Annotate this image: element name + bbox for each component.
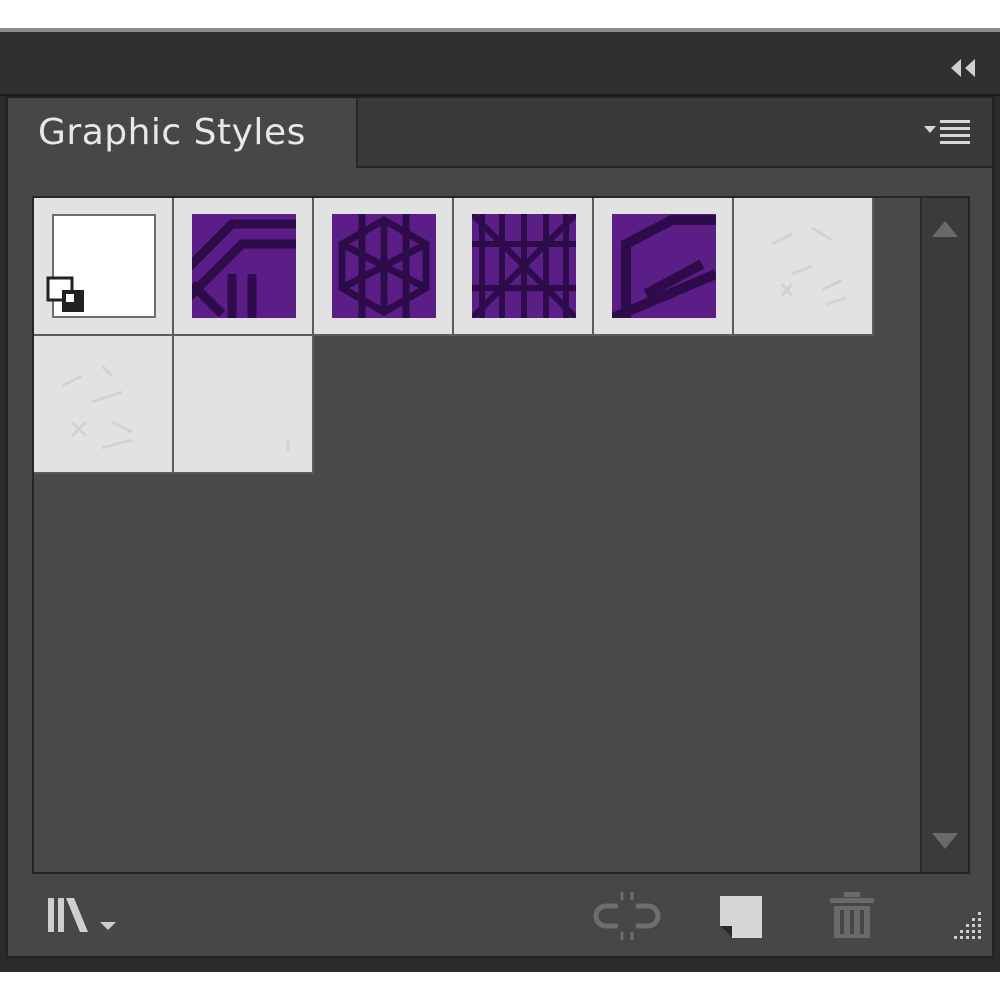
blank-style-preview xyxy=(192,352,296,456)
panel-menu-button[interactable] xyxy=(922,118,972,150)
delete-graphic-style-button[interactable] xyxy=(822,888,882,944)
panel-menu-icon xyxy=(924,120,970,144)
graphic-style-faded-2[interactable] xyxy=(34,336,174,474)
triangle-up-icon xyxy=(932,221,958,237)
break-link-button[interactable] xyxy=(592,888,662,944)
collapse-panel-button[interactable] xyxy=(948,56,980,80)
graphic-styles-libraries-button[interactable] xyxy=(44,888,124,944)
graphic-style-faded-1[interactable] xyxy=(734,198,874,336)
delete-trash-icon xyxy=(830,892,874,938)
vertical-scrollbar[interactable] xyxy=(920,198,968,872)
tab-strip: Graphic Styles xyxy=(8,98,992,168)
tab-graphic-styles[interactable]: Graphic Styles xyxy=(8,98,358,168)
graphic-styles-window: Graphic Styles xyxy=(0,0,1000,1000)
graphic-styles-libraries-icon xyxy=(48,898,116,932)
graphic-style-default[interactable] xyxy=(34,198,174,336)
default-style-badge-icon xyxy=(46,276,84,312)
pattern-3-preview xyxy=(469,211,579,321)
new-graphic-style-button[interactable] xyxy=(710,888,770,944)
graphic-style-pattern-4[interactable] xyxy=(594,198,734,336)
graphic-styles-panel: Graphic Styles xyxy=(6,96,994,958)
window-bottom-edge xyxy=(0,958,1000,972)
faded-2-preview xyxy=(52,352,156,456)
resize-grip[interactable] xyxy=(942,904,986,948)
break-link-icon xyxy=(593,892,661,940)
graphic-style-pattern-3[interactable] xyxy=(454,198,594,336)
graphic-style-pattern-2[interactable] xyxy=(314,198,454,336)
faded-1-preview xyxy=(752,214,856,318)
pattern-2-preview xyxy=(332,214,436,318)
resize-grip-icon xyxy=(954,912,981,939)
pattern-4-preview xyxy=(610,214,722,323)
styles-grid-area xyxy=(32,196,970,874)
scroll-up-button[interactable] xyxy=(930,214,960,244)
panel-title-bar xyxy=(0,32,1000,96)
graphic-style-pattern-1[interactable] xyxy=(174,198,314,336)
graphic-style-blank[interactable] xyxy=(174,336,314,474)
scroll-down-button[interactable] xyxy=(930,826,960,856)
tab-label: Graphic Styles xyxy=(38,112,306,153)
new-graphic-style-icon xyxy=(720,896,762,938)
pattern-1-preview xyxy=(178,214,302,324)
double-chevron-left-icon xyxy=(951,59,975,77)
panel-footer-toolbar xyxy=(8,874,992,956)
triangle-down-icon xyxy=(932,833,958,849)
